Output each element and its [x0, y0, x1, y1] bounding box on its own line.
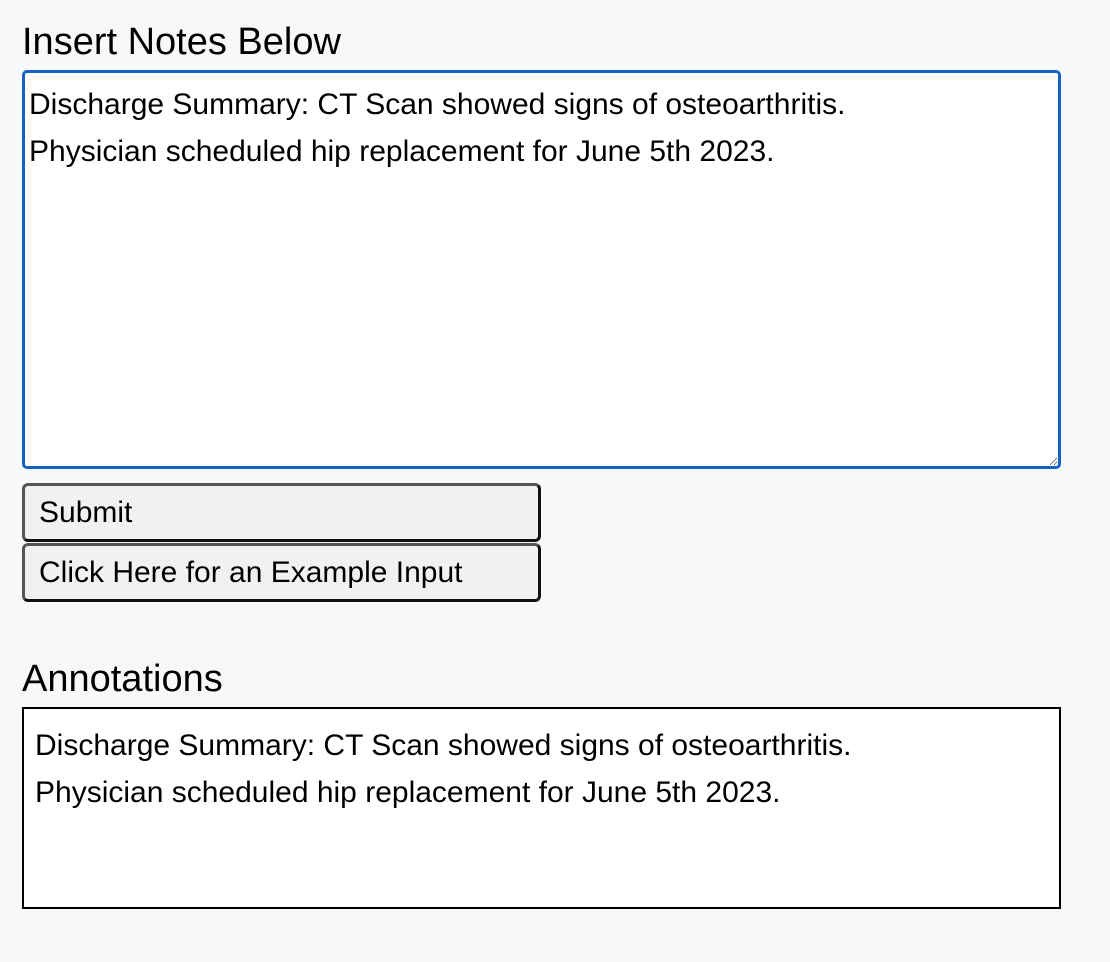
submit-button[interactable]: Submit: [22, 483, 541, 542]
annotation-line: Discharge Summary: CT Scan showed signs …: [35, 729, 852, 762]
notes-label: Insert Notes Below: [22, 21, 341, 63]
annotation-line: Physician scheduled hip replacement for …: [35, 776, 781, 809]
example-input-button[interactable]: Click Here for an Example Input: [22, 543, 541, 602]
annotations-label: Annotations: [22, 658, 223, 700]
notes-textarea[interactable]: Discharge Summary: CT Scan showed signs …: [22, 70, 1061, 469]
annotations-output: Discharge Summary: CT Scan showed signs …: [22, 707, 1061, 909]
